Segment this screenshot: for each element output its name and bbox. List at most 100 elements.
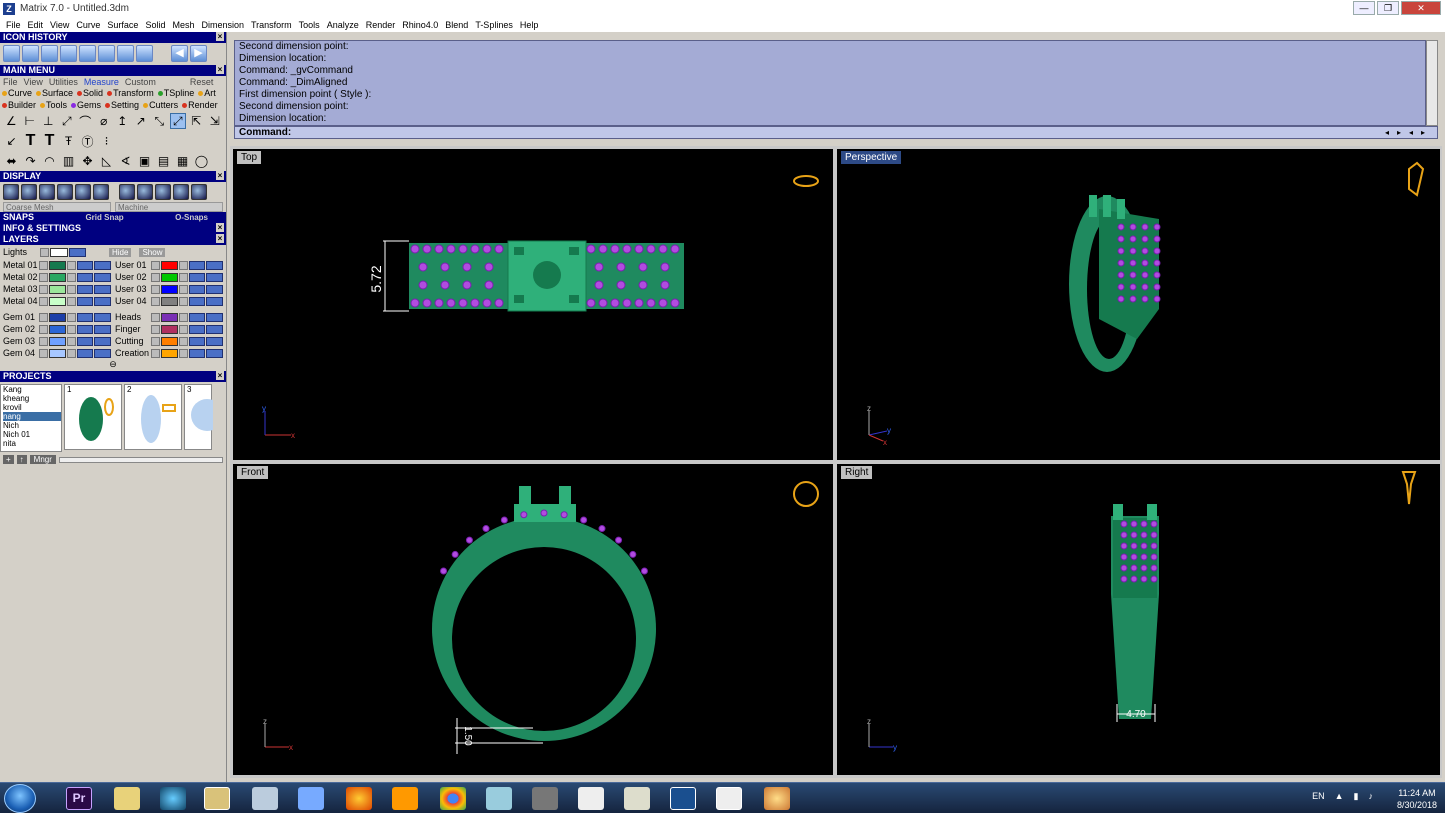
history-tool-7-icon[interactable] [117,45,134,62]
project-thumb-1[interactable]: 1 [64,384,122,450]
volume-icon[interactable]: ▤ [155,153,172,169]
layer-color-swatch[interactable] [160,336,179,346]
layer-select-icon[interactable] [206,312,223,322]
mass-icon[interactable]: ▦ [174,153,191,169]
manager-button[interactable]: Mngr [29,455,56,464]
layer-visibility-icon[interactable] [188,260,206,270]
layer-lock-icon[interactable] [67,260,76,270]
layer-color-swatch[interactable] [160,296,179,306]
leader-icon[interactable]: ↗ [133,113,150,129]
layer-finger[interactable]: Finger [112,324,224,334]
layer-expand-icon[interactable] [38,296,48,306]
layer-expand-icon[interactable] [150,284,160,294]
layer-user-02[interactable]: User 02 [112,272,224,282]
layer-color-swatch[interactable] [160,272,179,282]
layer-color-swatch[interactable] [160,260,179,270]
rendered-icon[interactable] [57,184,73,200]
radius-dimension-icon[interactable]: ⌒ [77,113,94,129]
layer-color-swatch[interactable] [48,260,67,270]
project-thumb-2[interactable]: 2 [124,384,182,450]
text-bold-icon[interactable]: T [41,132,58,149]
layer-creation[interactable]: Creation [112,348,224,358]
layer-visibility-icon[interactable] [76,260,94,270]
project-item[interactable]: Nich 01 [3,430,61,439]
layer-visibility-icon[interactable] [76,336,94,346]
matrix-app-icon[interactable] [670,787,696,810]
layer-visibility-icon[interactable] [76,296,94,306]
ordinate-dimension-icon[interactable]: ↥ [114,113,131,129]
file-manager-icon[interactable] [114,787,140,810]
layer-heads[interactable]: Heads [112,312,224,322]
main-menu-tab-view[interactable]: View [24,77,43,87]
curve-length-icon[interactable]: ↷ [22,153,39,169]
dot-text-icon[interactable]: ⁝ [98,133,115,149]
layer-lock-icon[interactable] [67,296,76,306]
main-menu-tab-reset[interactable]: Reset [190,77,214,87]
layer-metal-03[interactable]: Metal 03 [0,284,112,294]
rhino-app-icon[interactable] [716,787,742,810]
history-tool-1-icon[interactable] [3,45,20,62]
layer-expand-icon[interactable] [38,336,48,346]
layer-expand-icon[interactable] [150,260,160,270]
menu-solid[interactable]: Solid [145,20,165,30]
project-item[interactable]: nita [3,439,61,448]
layer-expand-icon[interactable] [38,284,48,294]
explorer-icon[interactable] [204,787,230,810]
layer-lock-icon[interactable] [179,348,188,358]
network-icon[interactable]: ▮ [1354,791,1359,802]
layer-expand-icon[interactable] [150,272,160,282]
project-list[interactable]: Kang kheang krovil nang Nich Nich 01 nita [0,384,62,452]
layer-cutting[interactable]: Cutting [112,336,224,346]
layer-visibility-icon[interactable] [76,284,94,294]
arc-measure-icon[interactable]: ◠ [41,153,58,169]
layer-visibility-icon[interactable] [76,324,94,334]
project-thumb-slider[interactable] [58,457,223,463]
expand-layers-icon[interactable]: ⊖ [0,359,226,371]
layer-color-swatch[interactable] [48,284,67,294]
layer-select-icon[interactable] [94,284,111,294]
lights-visibility-icon[interactable] [69,247,86,257]
up-project-button[interactable]: ↑ [16,455,27,464]
layer-select-icon[interactable] [206,324,223,334]
dimension-extra-1-icon[interactable]: ⇱ [188,113,205,129]
text-object-icon[interactable]: Ⓣ [79,133,96,149]
close-icon[interactable]: × [216,223,224,232]
layer-gem-04[interactable]: Gem 04 [0,348,112,358]
command-nav-arrows-icon[interactable]: ◂▸◂▸ [1385,127,1433,138]
tray-arrow-icon[interactable]: ▲ [1335,791,1344,802]
layer-select-icon[interactable] [206,348,223,358]
history-back-arrow-icon[interactable]: ◀ [171,45,188,62]
points-icon[interactable] [21,184,37,200]
menu-help[interactable]: Help [520,20,539,30]
layer-lock-icon[interactable] [179,324,188,334]
category-art[interactable]: Art [198,88,216,98]
menu-render[interactable]: Render [366,20,396,30]
layer-metal-01[interactable]: Metal 01 [0,260,112,270]
layer-expand-icon[interactable] [38,348,48,358]
material-2-icon[interactable] [137,184,153,200]
close-icon[interactable]: × [216,234,224,243]
mesh-quality-select[interactable]: Coarse Mesh [3,202,111,212]
category-surface[interactable]: Surface [36,88,73,98]
layer-expand-icon[interactable] [38,272,48,282]
layer-select-icon[interactable] [94,324,111,334]
layer-expand-icon[interactable] [150,324,160,334]
layer-select-icon[interactable] [206,336,223,346]
media-player-icon[interactable] [392,787,418,810]
category-tspline[interactable]: TSpline [157,88,194,98]
menu-analyze[interactable]: Analyze [327,20,359,30]
layer-lock-icon[interactable] [67,312,76,322]
language-indicator[interactable]: EN [1312,791,1325,802]
layer-metal-02[interactable]: Metal 02 [0,272,112,282]
project-item[interactable]: krovil [3,403,61,412]
menu-tsplines[interactable]: T-Splines [475,20,513,30]
close-icon[interactable]: × [216,32,224,41]
projects-header[interactable]: PROJECTS × [0,371,226,382]
angle-dimension-icon[interactable]: ∠ [3,113,20,129]
layer-lock-icon[interactable] [67,272,76,282]
snaps-header[interactable]: SNAPS Grid Snap O-Snaps [0,212,226,223]
xray-icon[interactable] [93,184,109,200]
text-icon[interactable]: T [22,132,39,149]
layer-color-swatch[interactable] [48,336,67,346]
layer-color-swatch[interactable] [160,324,179,334]
